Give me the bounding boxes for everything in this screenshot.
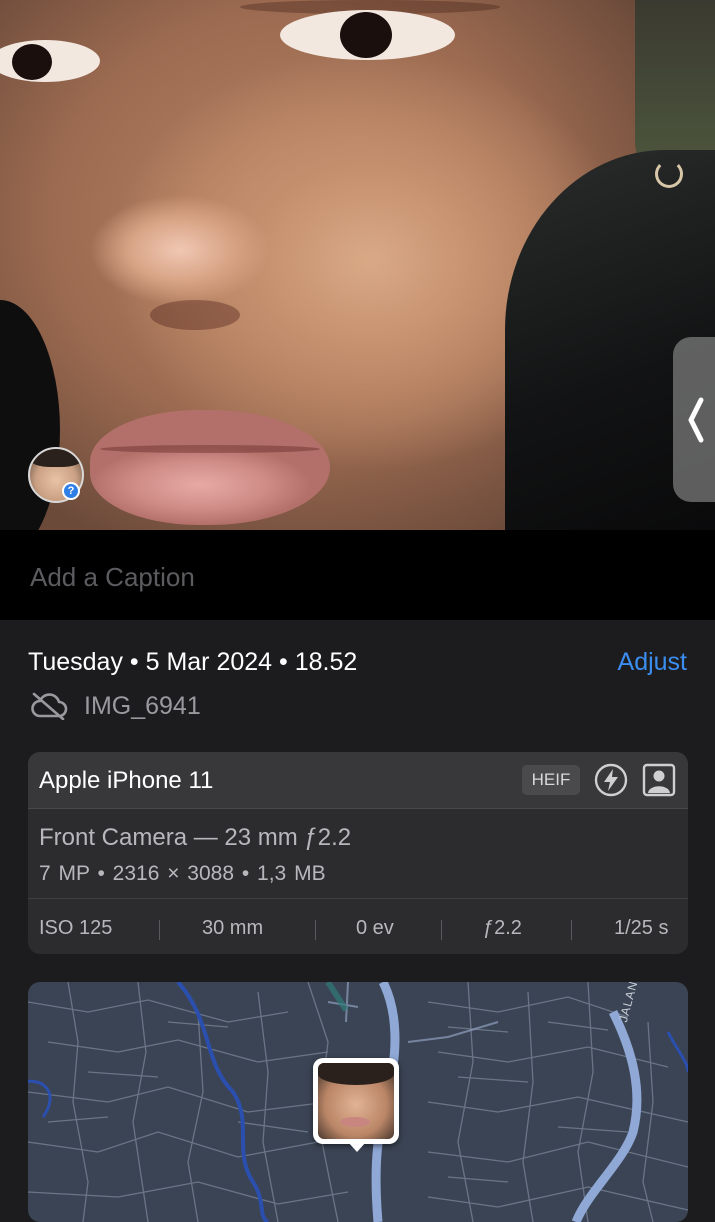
exif-divider bbox=[571, 920, 572, 940]
photo-view[interactable]: ? bbox=[0, 0, 715, 530]
unknown-person-badge: ? bbox=[62, 482, 80, 500]
exif-divider bbox=[315, 920, 316, 940]
exif-divider bbox=[441, 920, 442, 940]
camera-info-header: Apple iPhone 11 HEIF bbox=[28, 752, 688, 809]
file-name: IMG_6941 bbox=[84, 692, 201, 720]
exif-divider bbox=[159, 920, 160, 940]
location-map[interactable]: JALAN T bbox=[28, 982, 688, 1222]
exif-exposure: 0 ev bbox=[356, 917, 394, 939]
caption-input[interactable] bbox=[28, 558, 632, 596]
photo-datetime: Tuesday • 5 Mar 2024 • 18.52 bbox=[28, 648, 358, 676]
device-name: Apple iPhone 11 bbox=[39, 767, 214, 794]
photo-earring bbox=[655, 160, 683, 188]
caption-bar bbox=[0, 530, 715, 620]
exif-aperture: ƒ2.2 bbox=[483, 917, 522, 939]
exif-shutter-speed: 1/25 s bbox=[614, 917, 669, 939]
map-photo-pin[interactable] bbox=[313, 1058, 399, 1152]
photo-nostril bbox=[150, 300, 240, 330]
photo-lips bbox=[90, 410, 330, 525]
chevron-left-icon bbox=[688, 397, 704, 443]
photo-lip-line bbox=[100, 445, 320, 453]
cloud-slash-icon bbox=[31, 692, 68, 720]
photo-right-eye bbox=[280, 10, 455, 60]
flash-icon bbox=[594, 763, 628, 797]
side-panel-handle[interactable] bbox=[673, 337, 715, 502]
camera-info-card: Apple iPhone 11 HEIF Front Camera — 23 m… bbox=[28, 752, 688, 954]
exif-iso: ISO 125 bbox=[39, 917, 113, 939]
lens-info: Front Camera — 23 mm ƒ2.2 bbox=[39, 824, 352, 851]
image-specs: 7 MP • 2316 × 3088 • 1,3 MB bbox=[39, 862, 326, 885]
exif-focal-length: 30 mm bbox=[202, 917, 264, 939]
photo-left-eye bbox=[0, 40, 100, 82]
adjust-button[interactable]: Adjust bbox=[618, 648, 687, 677]
portrait-icon bbox=[642, 763, 676, 797]
format-badge: HEIF bbox=[522, 765, 580, 795]
